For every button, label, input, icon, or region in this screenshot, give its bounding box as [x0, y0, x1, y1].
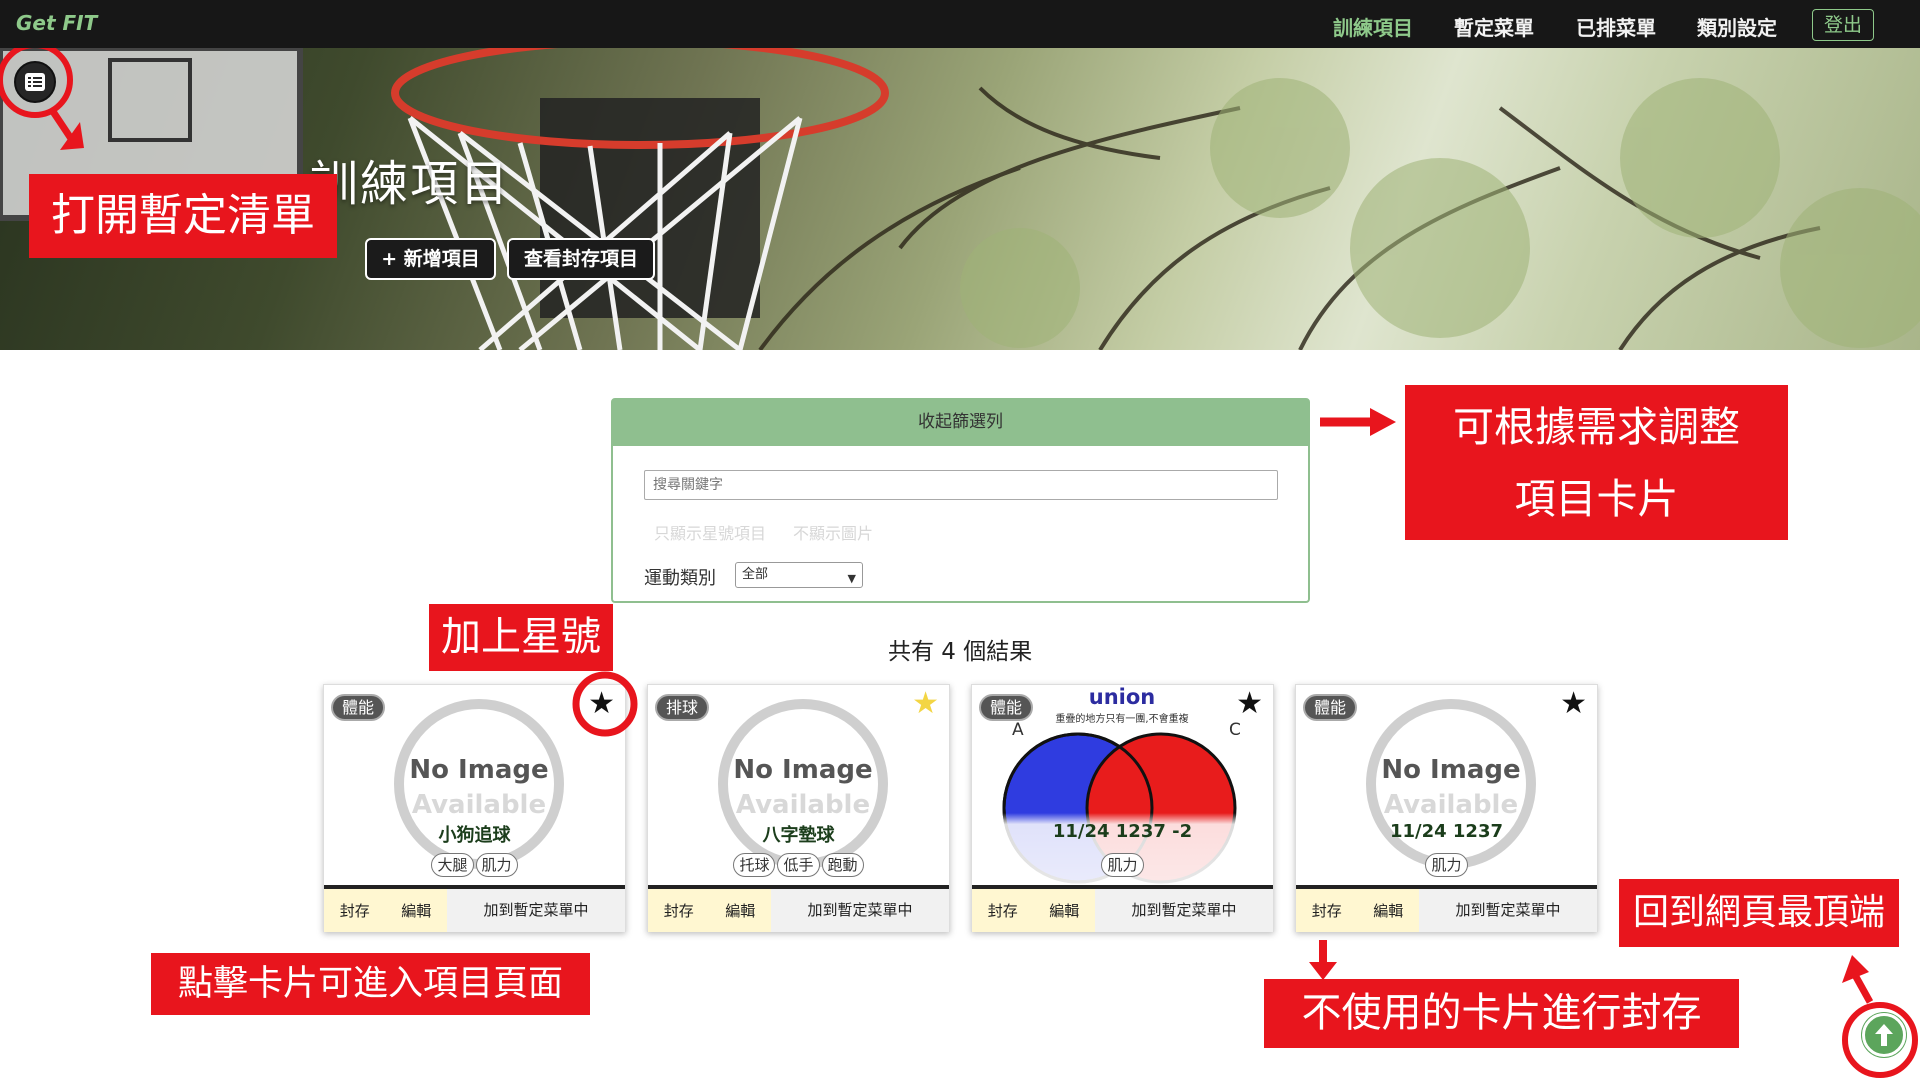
tag: 跑動: [821, 853, 864, 877]
tag: 肌力: [1101, 853, 1144, 877]
filter-panel: 收起篩選列 只顯示星號項目 不顯示圖片 運動類別 全部 ▼: [611, 398, 1310, 603]
add-item-button[interactable]: + 新增項目: [365, 238, 496, 280]
tag: 肌力: [475, 853, 518, 877]
tag-list: 肌力: [1296, 853, 1597, 877]
tag-list: 大腿 肌力: [324, 853, 625, 877]
card-title: 小狗追球: [438, 825, 511, 846]
tag-list: 肌力: [972, 853, 1273, 877]
annotation-add-star: 加上星號: [429, 604, 613, 671]
card-image: No Image Available 排球 ★ 八字墊球 托球 低手 跑動: [648, 685, 949, 885]
item-card[interactable]: No Image Available 排球 ★ 八字墊球 托球 低手 跑動 封存 編輯…: [647, 684, 950, 932]
nav-draft-menu[interactable]: 暫定菜單: [1454, 12, 1534, 41]
card-actions: 封存 編輯 加到暫定菜單中: [324, 885, 625, 932]
category-badge: 體能: [331, 694, 386, 721]
page-title: 訓練項目: [310, 156, 511, 212]
add-to-draft-menu-button[interactable]: 加到暫定菜單中: [447, 889, 625, 932]
annotation-adjust-cards-line-1: 可根據需求調整: [1453, 403, 1740, 451]
card-title: 11/24 1237 -2: [1052, 821, 1193, 842]
card-image: No Image Available 體能 ★ 11/24 1237 肌力: [1296, 685, 1597, 885]
view-archived-button[interactable]: 查看封存項目: [507, 238, 655, 280]
archive-button[interactable]: 封存: [340, 900, 370, 921]
edit-button[interactable]: 編輯: [1049, 900, 1079, 921]
star-icon[interactable]: ★: [588, 689, 615, 719]
nav-category-settings[interactable]: 類別設定: [1697, 12, 1777, 41]
tag: 大腿: [431, 853, 474, 877]
item-card[interactable]: union 重疊的地方只有一團,不會重複 A C 體能 ★ 11/24 1237…: [971, 684, 1274, 932]
category-badge: 體能: [979, 694, 1034, 721]
star-icon[interactable]: ★: [912, 689, 939, 719]
available-text: Available: [1384, 790, 1518, 820]
search-input[interactable]: [644, 470, 1278, 500]
logout-button[interactable]: 登出: [1812, 9, 1874, 41]
annotation-adjust-cards: 可根據需求調整 項目卡片: [1405, 385, 1788, 540]
tag-list: 托球 低手 跑動: [648, 853, 949, 877]
nav-training-items[interactable]: 訓練項目: [1333, 12, 1413, 41]
result-count: 共有 4 個結果: [888, 639, 1033, 665]
star-icon[interactable]: ★: [1560, 689, 1587, 719]
page: Get FIT 訓練項目 暫定菜單 已排菜單 類別設定 登出 訓練項目 + 新增…: [0, 0, 1920, 1080]
navbar: Get FIT 訓練項目 暫定菜單 已排菜單 類別設定 登出: [0, 0, 1920, 48]
list-icon: [25, 73, 45, 91]
card-image: No Image Available 體能 ★ 小狗追球 大腿 肌力: [324, 685, 625, 885]
edit-button[interactable]: 編輯: [401, 900, 431, 921]
annotation-click-card: 點擊卡片可進入項目頁面: [151, 953, 590, 1015]
edit-button[interactable]: 編輯: [725, 900, 755, 921]
card-title: 八字墊球: [762, 825, 835, 846]
item-card[interactable]: No Image Available 體能 ★ 小狗追球 大腿 肌力 封存 編輯 加…: [323, 684, 626, 932]
tag: 托球: [733, 853, 776, 877]
tag: 低手: [777, 853, 820, 877]
category-label: 運動類別: [644, 568, 716, 589]
category-badge: 排球: [655, 694, 710, 721]
brand-logo[interactable]: Get FIT: [16, 11, 97, 35]
option-show-starred[interactable]: 只顯示星號項目: [654, 520, 766, 544]
no-image-text: No Image: [733, 755, 872, 785]
available-text: Available: [736, 790, 870, 820]
venn-caption: 重疊的地方只有一團,不會重複: [1055, 712, 1188, 725]
add-to-draft-menu-button[interactable]: 加到暫定菜單中: [1419, 889, 1597, 932]
annotation-archive-tip: 不使用的卡片進行封存: [1264, 979, 1739, 1048]
card-image: union 重疊的地方只有一團,不會重複 A C 體能 ★ 11/24 1237…: [972, 685, 1273, 885]
archive-button[interactable]: 封存: [988, 900, 1018, 921]
option-hide-images[interactable]: 不顯示圖片: [793, 520, 873, 544]
card-actions: 封存 編輯 加到暫定菜單中: [972, 885, 1273, 932]
card-title: 11/24 1237: [1389, 821, 1504, 842]
tag: 肌力: [1425, 853, 1468, 877]
available-text: Available: [412, 790, 546, 820]
annotation-open-list: 打開暫定清單: [29, 174, 337, 258]
card-actions: 封存 編輯 加到暫定菜單中: [1296, 885, 1597, 932]
collapse-filter-toggle[interactable]: 收起篩選列: [613, 400, 1308, 446]
nav-scheduled-menu[interactable]: 已排菜單: [1576, 12, 1656, 41]
archive-button[interactable]: 封存: [664, 900, 694, 921]
category-badge: 體能: [1303, 694, 1358, 721]
category-select[interactable]: 全部 ▼: [735, 562, 863, 588]
add-to-draft-menu-button[interactable]: 加到暫定菜單中: [1095, 889, 1273, 932]
card-actions: 封存 編輯 加到暫定菜單中: [648, 885, 949, 932]
no-image-text: No Image: [409, 755, 548, 785]
venn-heading: union: [1089, 685, 1155, 709]
edit-button[interactable]: 編輯: [1373, 900, 1403, 921]
draft-list-toggle-button[interactable]: [14, 61, 56, 103]
no-image-text: No Image: [1381, 755, 1520, 785]
chevron-down-icon: ▼: [847, 572, 856, 585]
archive-button[interactable]: 封存: [1312, 900, 1342, 921]
add-to-draft-menu-button[interactable]: 加到暫定菜單中: [771, 889, 949, 932]
arrow-up-icon: [1875, 1024, 1893, 1046]
annotation-adjust-cards-line-2: 項目卡片: [1514, 475, 1679, 523]
star-icon[interactable]: ★: [1236, 689, 1263, 719]
category-select-value: 全部: [742, 567, 769, 582]
back-to-top-button[interactable]: [1862, 1013, 1906, 1057]
annotation-back-to-top: 回到網頁最頂端: [1619, 879, 1899, 947]
item-card[interactable]: No Image Available 體能 ★ 11/24 1237 肌力 封存…: [1295, 684, 1598, 932]
